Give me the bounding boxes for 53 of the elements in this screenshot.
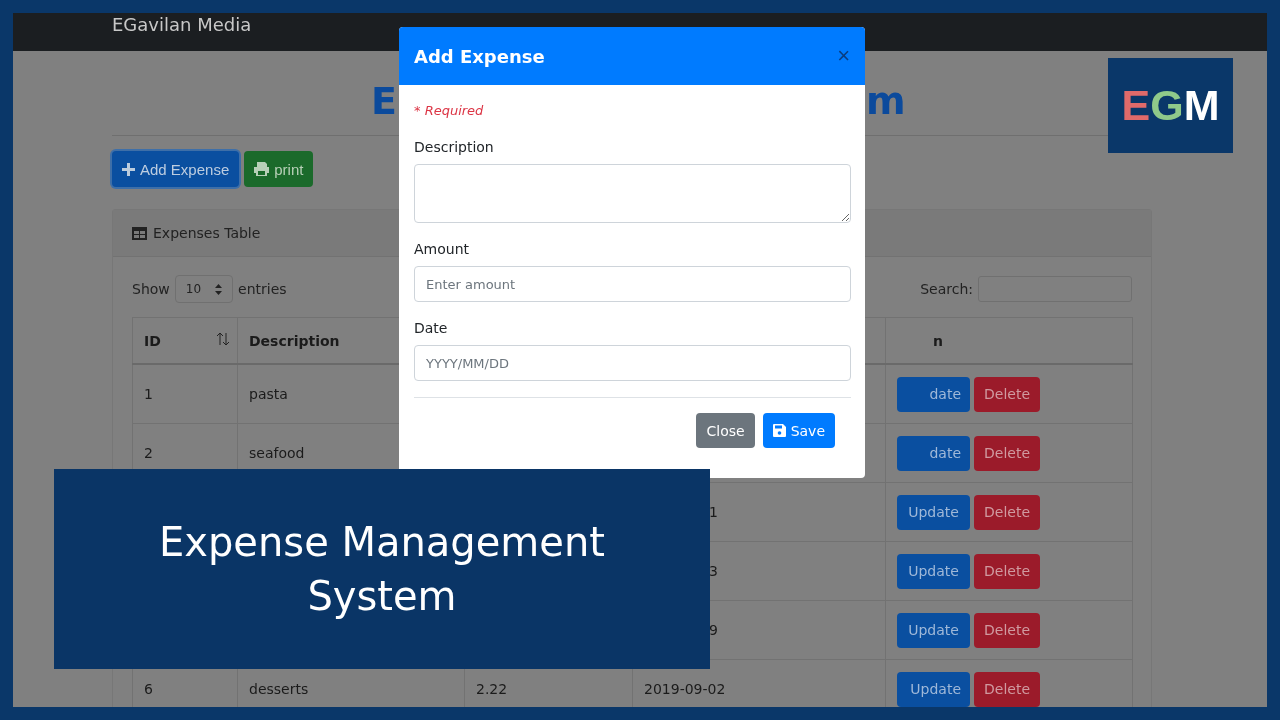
input-field[interactable]: YYYY/MM/DD (414, 345, 851, 381)
update-button[interactable]: date (897, 376, 970, 412)
required-note: * Required (414, 103, 485, 118)
save-button[interactable]: Save (762, 413, 835, 448)
table-cell: seafood (249, 445, 305, 461)
update-button[interactable]: date (897, 435, 970, 471)
search-label: Search: (920, 281, 973, 297)
table-cell: pasta (249, 386, 288, 402)
printer-icon (254, 162, 270, 176)
close-button[interactable]: × (837, 43, 850, 69)
delete-button[interactable]: Delete (974, 494, 1040, 530)
table-icon (132, 226, 147, 240)
entries-select[interactable]: 10 (174, 275, 234, 303)
table-cell: 6 (144, 681, 153, 697)
column-header[interactable]: n (885, 317, 1133, 364)
field-label: Description (414, 139, 495, 155)
close-button[interactable]: Close (696, 413, 755, 448)
delete-button[interactable]: Delete (974, 612, 1040, 648)
field-label: Date (414, 320, 449, 336)
page-heading: E (371, 79, 397, 123)
modal-title: Add Expense (414, 45, 545, 67)
update-button[interactable]: Update (897, 494, 970, 530)
table-cell: 2.22 (476, 681, 508, 697)
plus-icon (122, 162, 135, 176)
updown-caret-icon (215, 283, 223, 295)
table-cell: 1 (709, 504, 718, 520)
delete-button[interactable]: Delete (974, 671, 1040, 707)
table-cell: 3 (709, 563, 718, 579)
description-field[interactable] (414, 164, 851, 223)
delete-button[interactable]: Delete (974, 435, 1040, 471)
logo: EGM (1108, 58, 1233, 153)
update-button[interactable]: Update (897, 671, 970, 707)
table-cell: 9 (709, 622, 718, 638)
table-cell: 2019-09-02 (644, 681, 726, 697)
add-expense-button[interactable]: Add Expense (112, 151, 240, 187)
sort-icon (217, 333, 229, 345)
table-cell: 1 (144, 386, 153, 402)
brand-name[interactable]: EGavilan Media (112, 13, 252, 35)
banner-title: Expense Management System (158, 518, 606, 621)
input-field[interactable]: Enter amount (414, 266, 851, 302)
entries-label: entries (238, 281, 287, 297)
column-header[interactable]: ID (132, 317, 238, 364)
print-button[interactable]: print (244, 151, 314, 187)
page-heading: m (866, 79, 906, 123)
field-label: Amount (414, 241, 470, 257)
delete-button[interactable]: Delete (974, 553, 1040, 589)
table-cell: desserts (249, 681, 309, 697)
card-title: Expenses Table (153, 225, 261, 241)
delete-button[interactable]: Delete (974, 376, 1040, 412)
show-label: Show (132, 281, 170, 297)
update-button[interactable]: Update (897, 553, 970, 589)
update-button[interactable]: Update (897, 612, 970, 648)
table-cell: 2 (144, 445, 153, 461)
